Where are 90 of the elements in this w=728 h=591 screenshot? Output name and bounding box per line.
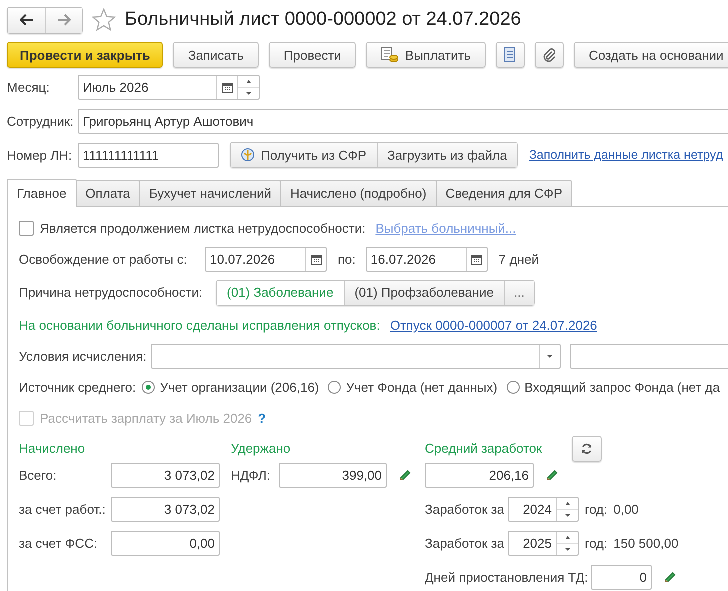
- section-heading: Удержано: [231, 440, 292, 457]
- up-arrow-icon: [566, 502, 570, 505]
- radio-button[interactable]: [142, 381, 156, 394]
- get-from-sfr-button[interactable]: Получить из СФР: [231, 143, 377, 167]
- tab[interactable]: Главное: [7, 179, 77, 207]
- down-arrow-icon: [564, 548, 570, 551]
- refresh-icon: [581, 443, 594, 455]
- amount-field[interactable]: 0,00: [111, 531, 220, 556]
- down-arrow-icon: [246, 92, 252, 94]
- calendar-icon: [471, 254, 482, 265]
- paperclip-icon: [542, 47, 556, 63]
- field-label: НДФЛ:: [231, 468, 272, 483]
- tab[interactable]: Сведения для СФР: [436, 180, 572, 206]
- checkbox-label: Рассчитать зарплату за Июль 2026: [40, 411, 252, 426]
- field-label: Дней приостановления ТД:: [425, 570, 590, 585]
- field-label: по:: [338, 252, 356, 267]
- field-label: Сотрудник:: [7, 114, 75, 128]
- toolbar-button[interactable]: Записать: [173, 42, 259, 68]
- amount-field[interactable]: 399,00: [279, 463, 387, 488]
- field-label: Номер ЛН:: [7, 148, 74, 162]
- field-label: год:: [585, 536, 608, 551]
- star-icon[interactable]: [92, 8, 116, 32]
- date-from-field[interactable]: 10.07.2026: [205, 247, 327, 272]
- more-button[interactable]: ...: [504, 280, 534, 304]
- post-and-close-button[interactable]: Провести и закрыть: [7, 42, 164, 68]
- up-arrow-icon: [246, 80, 250, 82]
- field-label: Освобождение от работы с:: [19, 252, 188, 267]
- field-label: Заработок за: [425, 536, 506, 551]
- pencil-icon[interactable]: [546, 469, 559, 482]
- radio-label: Учет Фонда (нет данных): [346, 380, 498, 395]
- toolbar-button[interactable]: Провести: [268, 42, 356, 68]
- vacation-document-link[interactable]: Отпуск 0000-000007 от 24.07.2026: [390, 318, 598, 333]
- pay-button[interactable]: Выплатить: [366, 42, 486, 68]
- radio-label: Входящий запрос Фонда (нет да: [524, 380, 720, 395]
- average-earnings-field[interactable]: 206,16: [425, 463, 534, 488]
- dropdown-arrow-icon: [547, 355, 553, 358]
- calendar-icon: [222, 82, 232, 92]
- calendar-icon: [310, 254, 322, 265]
- vacation-note-text: На основании больничного сделаны исправления отпусков:: [19, 318, 380, 333]
- month-field[interactable]: Июль 2026: [78, 74, 260, 100]
- sick-note-number-field[interactable]: 111111111111: [78, 142, 219, 168]
- tab[interactable]: Оплата: [76, 180, 140, 206]
- days-count: 7 дней: [498, 252, 539, 267]
- down-arrow-icon: [564, 514, 570, 517]
- amount-field[interactable]: 3 073,02: [111, 463, 220, 488]
- tab[interactable]: Бухучет начислений: [139, 180, 282, 206]
- amount-field[interactable]: 3 073,02: [111, 497, 220, 522]
- radio-label: Учет организации (206,16): [160, 380, 320, 395]
- field-label: Заработок за: [425, 502, 506, 517]
- attach-button[interactable]: [534, 42, 564, 68]
- earnings-amount: 0,00: [614, 502, 639, 517]
- field-label: Источник среднего:: [19, 380, 136, 395]
- forward-arrow-icon: [57, 14, 71, 26]
- tab[interactable]: Начислено (подробно): [280, 180, 437, 206]
- coins-icon: [381, 47, 400, 63]
- field-label: Условия исчисления:: [19, 349, 148, 364]
- checkbox[interactable]: [19, 221, 34, 236]
- field-label: год:: [585, 502, 608, 517]
- pencil-icon[interactable]: [399, 469, 412, 482]
- emblem-icon: [241, 148, 255, 162]
- list-button[interactable]: [496, 42, 525, 68]
- load-from-file-button[interactable]: Загрузить из файла: [376, 143, 518, 167]
- back-arrow-icon: [20, 14, 34, 26]
- window-title: Больничный лист 0000-000002 от 24.07.2026: [125, 9, 522, 31]
- earnings-amount: 150 500,00: [614, 536, 679, 551]
- year-field[interactable]: 2024: [508, 497, 579, 522]
- fill-sick-note-link[interactable]: Заполнить данные листка нетруд: [529, 148, 724, 162]
- date-to-field[interactable]: 16.07.2026: [366, 247, 488, 272]
- refresh-button[interactable]: [572, 436, 602, 462]
- section-heading: Средний заработок: [425, 440, 542, 457]
- conditions-extra-field[interactable]: [570, 344, 728, 369]
- pencil-icon[interactable]: [664, 571, 677, 584]
- field-label: Причина нетрудоспособности:: [19, 285, 204, 300]
- section-heading: Начислено: [19, 440, 86, 457]
- employee-field[interactable]: Григорьянц Артур Ашотович: [78, 108, 728, 134]
- toolbar-button[interactable]: Создать на основании: [574, 42, 728, 68]
- up-arrow-icon: [566, 536, 570, 539]
- reason-option[interactable]: (01) Заболевание: [217, 280, 344, 304]
- radio-button[interactable]: [506, 381, 520, 394]
- suspension-days-field[interactable]: 0: [591, 565, 652, 590]
- back-button[interactable]: [8, 8, 45, 32]
- checkbox-label: Является продолжением листка нетрудоспособности:: [40, 221, 366, 236]
- field-label: за счет ФСС:: [19, 536, 99, 551]
- year-field[interactable]: 2025: [508, 531, 579, 556]
- field-label: за счет работ.:: [19, 502, 107, 517]
- reason-option[interactable]: (01) Профзаболевание: [344, 280, 504, 304]
- field-label: Месяц:: [7, 80, 51, 94]
- list-icon: [504, 47, 516, 63]
- radio-button[interactable]: [328, 381, 342, 394]
- field-label: Всего:: [19, 468, 58, 483]
